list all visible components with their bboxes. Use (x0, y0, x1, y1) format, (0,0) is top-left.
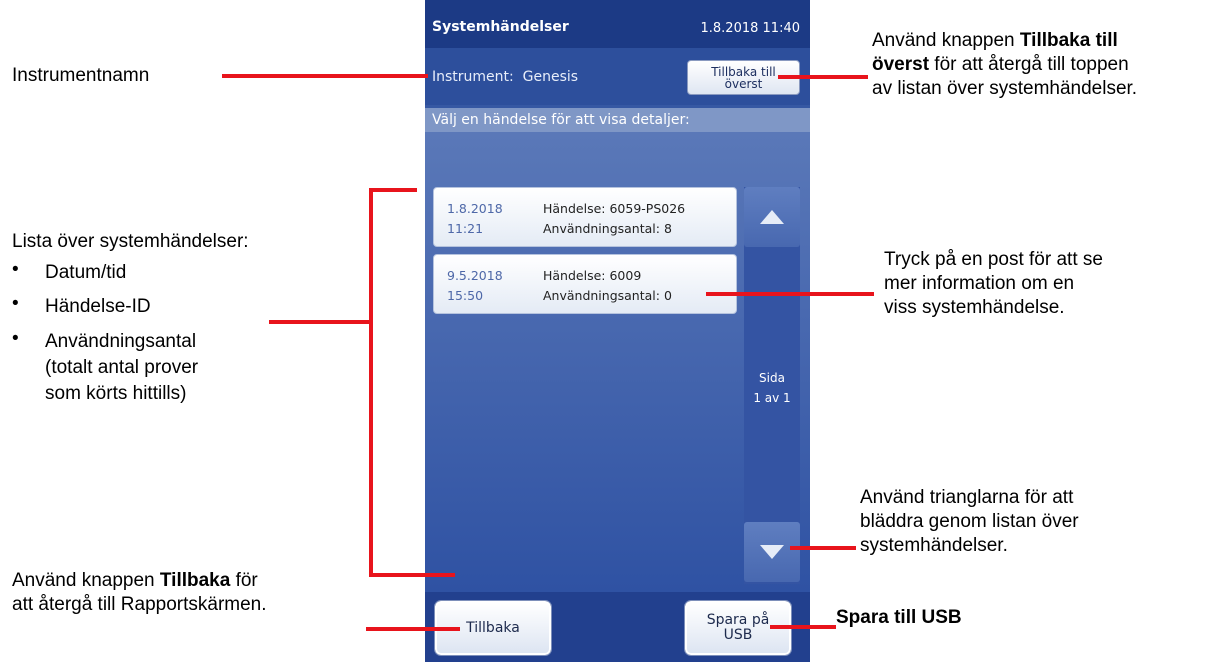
annotation-text: bläddra genom listan över (860, 511, 1079, 532)
annotation-text: Använd trianglarna för att (860, 487, 1074, 508)
annotation-back: Använd knappen Tillbaka för att återgå t… (12, 569, 372, 617)
save-label-1: Spara på (706, 612, 770, 628)
annotation-text: att återgå till Rapportskärmen. (12, 594, 267, 615)
annotation-list-item: Datum/tid (45, 262, 127, 283)
annotation-list-item: (totalt antal prover (45, 357, 199, 378)
annotation-text: systemhändelser. (860, 535, 1008, 556)
annotation-text: mer information om en (884, 273, 1075, 294)
back-to-top-label-1: Tillbaka till (711, 64, 776, 79)
event-date: 1.8.2018 (447, 201, 503, 216)
save-label-2: USB (723, 627, 753, 643)
annotation-text: Använd knappen (12, 570, 160, 591)
annotation-text: för (230, 570, 258, 591)
select-prompt: Välj en händelse för att visa detaljer: (425, 108, 810, 132)
annotation-bold: överst (872, 54, 930, 75)
screen-title: Systemhändelser (432, 19, 569, 35)
triangle-down-icon (760, 545, 784, 559)
scroll-down-button[interactable] (744, 522, 800, 582)
event-usage-count: Användningsantal: 0 (543, 288, 672, 303)
annotation-triangles: Använd trianglarna för att bläddra genom… (860, 486, 1220, 558)
callout-line-instrument (222, 74, 428, 78)
page-value: 1 av 1 (753, 391, 791, 405)
event-id: Händelse: 6059-PS026 (543, 201, 686, 216)
annotation-list-item: som körts hittills) (45, 383, 187, 404)
annotation-tap-item: Tryck på en post för att se mer informat… (884, 248, 1214, 320)
instrument-label: Instrument: (432, 69, 514, 85)
annotation-text: Använd knappen (872, 30, 1020, 51)
event-list-item[interactable]: 1.8.2018 11:21 Händelse: 6059-PS026 Anvä… (433, 187, 737, 247)
annotation-bold: Tillbaka till (1019, 30, 1118, 51)
datetime: 1.8.2018 11:40 (700, 21, 801, 36)
back-button-label: Tillbaka (466, 619, 520, 636)
annotation-list-title: Lista över systemhändelser: (12, 231, 249, 252)
page-indicator: Sida 1 av 1 (744, 368, 800, 408)
bullet-icon: • (12, 293, 19, 314)
annotation-text: Spara till USB (836, 607, 962, 628)
bullet-icon: • (12, 328, 19, 349)
back-to-top-label-2: överst (724, 76, 763, 91)
instrument-info: Instrument: Genesis (432, 69, 578, 85)
annotation-text: Tryck på en post för att se (884, 249, 1103, 270)
bullet-icon: • (12, 259, 19, 280)
callout-line-back (366, 627, 460, 631)
annotation-text: av listan över systemhändelser. (872, 78, 1138, 99)
list-bracket-top (369, 188, 417, 192)
annotation-bold: Tillbaka (159, 570, 231, 591)
device-screen: Systemhändelser 1.8.2018 11:40 Instrumen… (425, 0, 810, 662)
page-label: Sida (759, 371, 785, 385)
annotation-back-to-top: Använd knappen Tillbaka till överst för … (872, 29, 1222, 101)
annotation-text: för att återgå till toppen (929, 54, 1129, 75)
annotation-list-item: Användningsantal (45, 331, 197, 352)
instrument-name: Genesis (522, 69, 579, 85)
event-id: Händelse: 6009 (543, 268, 642, 283)
event-time: 11:21 (447, 221, 484, 236)
callout-line-triangles (790, 546, 856, 550)
triangle-up-icon (760, 210, 784, 224)
event-time: 15:50 (447, 288, 484, 303)
annotation-list-item: Händelse-ID (45, 296, 151, 317)
annotation-save-usb: Spara till USB (836, 606, 962, 630)
event-usage-count: Användningsantal: 8 (543, 221, 672, 236)
scroll-up-button[interactable] (744, 187, 800, 247)
callout-line-tap-item (706, 292, 874, 296)
list-bracket-vertical (369, 188, 373, 577)
event-date: 9.5.2018 (447, 268, 503, 283)
list-bracket-bottom (369, 573, 455, 577)
callout-line-save (770, 625, 836, 629)
title-bar: Systemhändelser 1.8.2018 11:40 (425, 0, 810, 48)
event-list-item[interactable]: 9.5.2018 15:50 Händelse: 6009 Användning… (433, 254, 737, 314)
callout-line-back-to-top (778, 75, 868, 79)
callout-line-list (269, 320, 371, 324)
annotation-text: viss systemhändelse. (884, 297, 1065, 318)
annotation-instrument-name: Instrumentnamn (12, 65, 150, 86)
